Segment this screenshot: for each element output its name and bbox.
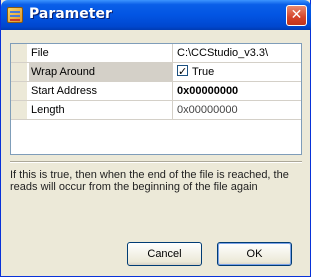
checkbox-checked-icon[interactable] (177, 63, 188, 81)
divider (10, 161, 302, 163)
property-name: Wrap Around (29, 63, 173, 81)
wrap-around-value-text: True (192, 66, 215, 78)
close-button[interactable]: ✕ (286, 5, 307, 26)
window-title: Parameter (29, 6, 112, 22)
property-name: Start Address (29, 82, 173, 100)
property-description: If this is true, then when the end of th… (10, 169, 289, 193)
close-icon: ✕ (290, 7, 303, 23)
parameter-dialog: Parameter ✕ File C:\CCStudio_v3.3\ Wrap … (0, 0, 311, 277)
property-row-length[interactable]: Length 0x00000000 (11, 101, 301, 120)
property-value-length[interactable]: 0x00000000 (174, 101, 300, 119)
property-row-wrap-around[interactable]: Wrap Around True (11, 63, 301, 82)
property-value-start-address[interactable]: 0x00000000 (174, 82, 300, 100)
property-value-wrap-around[interactable]: True (174, 63, 300, 81)
property-name: File (29, 44, 173, 62)
app-icon (7, 7, 23, 23)
ok-button[interactable]: OK (217, 242, 292, 266)
property-grid: File C:\CCStudio_v3.3\ Wrap Around True … (10, 43, 302, 155)
property-row-start-address[interactable]: Start Address 0x00000000 (11, 82, 301, 101)
property-value-file[interactable]: C:\CCStudio_v3.3\ (174, 44, 300, 62)
cancel-button[interactable]: Cancel (127, 242, 202, 266)
property-name: Length (29, 101, 173, 119)
property-row-file[interactable]: File C:\CCStudio_v3.3\ (11, 44, 301, 63)
title-bar[interactable]: Parameter ✕ (1, 0, 311, 30)
